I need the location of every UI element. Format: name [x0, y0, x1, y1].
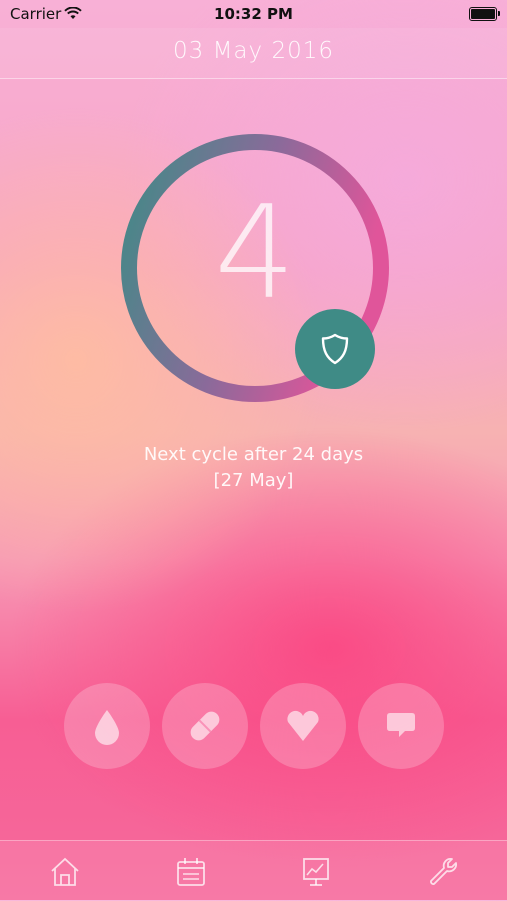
next-cycle-text: Next cycle after 24 days [143, 444, 364, 465]
log-love-button[interactable] [260, 683, 346, 769]
tab-statistics[interactable] [299, 855, 333, 889]
chart-icon [303, 858, 329, 886]
drop-icon [95, 710, 119, 745]
log-note-button[interactable] [358, 683, 444, 769]
tab-settings[interactable] [426, 855, 460, 889]
current-date: 03 May 2016 [173, 38, 334, 64]
shield-icon [321, 333, 349, 365]
log-pill-button[interactable] [162, 683, 248, 769]
status-time: 10:32 PM [214, 5, 293, 23]
tab-calendar[interactable] [174, 855, 208, 889]
pill-icon [190, 711, 220, 741]
battery-icon [469, 7, 500, 21]
header: 03 May 2016 [0, 28, 507, 79]
status-bar: Carrier 10:32 PM [0, 0, 507, 28]
next-cycle-date: [27 May] [213, 470, 294, 491]
tab-bar [0, 840, 507, 901]
home-icon [51, 857, 79, 886]
calendar-icon [177, 858, 205, 886]
chat-bubble-icon [387, 713, 415, 737]
protection-shield-button[interactable] [295, 309, 375, 389]
heart-icon [287, 710, 319, 741]
wrench-icon [430, 858, 457, 885]
tab-home[interactable] [48, 855, 82, 889]
quick-actions [64, 683, 444, 769]
next-cycle-info: Next cycle after 24 days [27 May] [0, 442, 507, 494]
log-flow-button[interactable] [64, 683, 150, 769]
cycle-day-number: 4 [214, 179, 296, 328]
